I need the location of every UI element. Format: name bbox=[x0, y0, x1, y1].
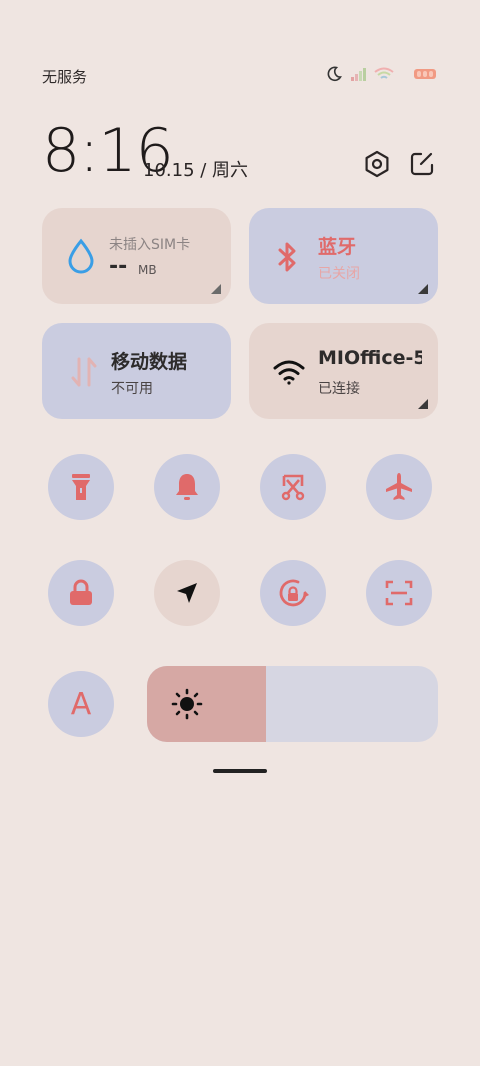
scanner-toggle[interactable] bbox=[366, 560, 432, 626]
mobile-data-tile[interactable]: 移动数据 不可用 bbox=[42, 323, 231, 419]
mobile-data-arrows-icon bbox=[71, 357, 97, 387]
bluetooth-title: 蓝牙 bbox=[318, 236, 357, 258]
expand-corner-icon bbox=[418, 399, 428, 409]
settings-hexagon-icon bbox=[365, 150, 389, 178]
lock-icon bbox=[70, 579, 92, 605]
scan-icon bbox=[385, 580, 413, 606]
expand-corner-icon bbox=[418, 284, 428, 294]
home-indicator[interactable] bbox=[213, 769, 267, 773]
expand-corner-icon bbox=[211, 284, 221, 294]
battery-icon bbox=[414, 69, 436, 79]
brightness-slider[interactable] bbox=[147, 666, 438, 742]
sun-icon bbox=[171, 688, 203, 720]
flashlight-toggle[interactable] bbox=[48, 454, 114, 520]
sim-status-label: 未插入SIM卡 bbox=[109, 237, 191, 253]
font-a-icon: A bbox=[70, 686, 92, 722]
mobile-data-status: 不可用 bbox=[111, 381, 153, 397]
data-usage-tile[interactable]: 未插入SIM卡 -- MB bbox=[42, 208, 231, 304]
ringer-toggle[interactable] bbox=[154, 454, 220, 520]
bluetooth-icon bbox=[278, 242, 296, 272]
airplane-toggle[interactable] bbox=[366, 454, 432, 520]
signal-icon bbox=[350, 67, 366, 81]
location-arrow-icon bbox=[177, 583, 197, 603]
lock-screen-toggle[interactable] bbox=[48, 560, 114, 626]
rotation-lock-icon bbox=[279, 579, 309, 607]
location-toggle[interactable] bbox=[154, 560, 220, 626]
wifi-status-icon bbox=[374, 67, 394, 79]
scissors-icon bbox=[281, 474, 305, 501]
font-size-toggle[interactable]: A bbox=[48, 671, 114, 737]
rotation-lock-toggle[interactable] bbox=[260, 560, 326, 626]
bell-icon bbox=[176, 474, 198, 500]
bluetooth-tile[interactable]: 蓝牙 已关闭 bbox=[249, 208, 438, 304]
bluetooth-status: 已关闭 bbox=[318, 266, 360, 282]
wifi-network-name: MIOffice-5G bbox=[318, 347, 422, 369]
date-text: 10.15 / 周六 bbox=[143, 160, 249, 181]
data-usage-value: -- bbox=[109, 254, 128, 279]
wifi-status: 已连接 bbox=[318, 381, 360, 397]
settings-button[interactable] bbox=[361, 148, 393, 180]
wifi-icon bbox=[273, 360, 305, 385]
airplane-icon bbox=[386, 473, 412, 500]
flashlight-icon bbox=[72, 474, 90, 500]
edit-button[interactable] bbox=[406, 148, 438, 180]
edit-icon bbox=[410, 152, 434, 176]
mobile-data-title: 移动数据 bbox=[111, 351, 188, 373]
wifi-tile[interactable]: MIOffice-5G 已连接 bbox=[249, 323, 438, 419]
brightness-fill bbox=[147, 666, 266, 742]
water-drop-icon bbox=[68, 238, 94, 274]
screenshot-toggle[interactable] bbox=[260, 454, 326, 520]
data-usage-unit: MB bbox=[138, 263, 157, 277]
carrier-status: 无服务 bbox=[42, 68, 88, 86]
status-icons bbox=[326, 66, 436, 82]
moon-icon bbox=[327, 66, 342, 82]
